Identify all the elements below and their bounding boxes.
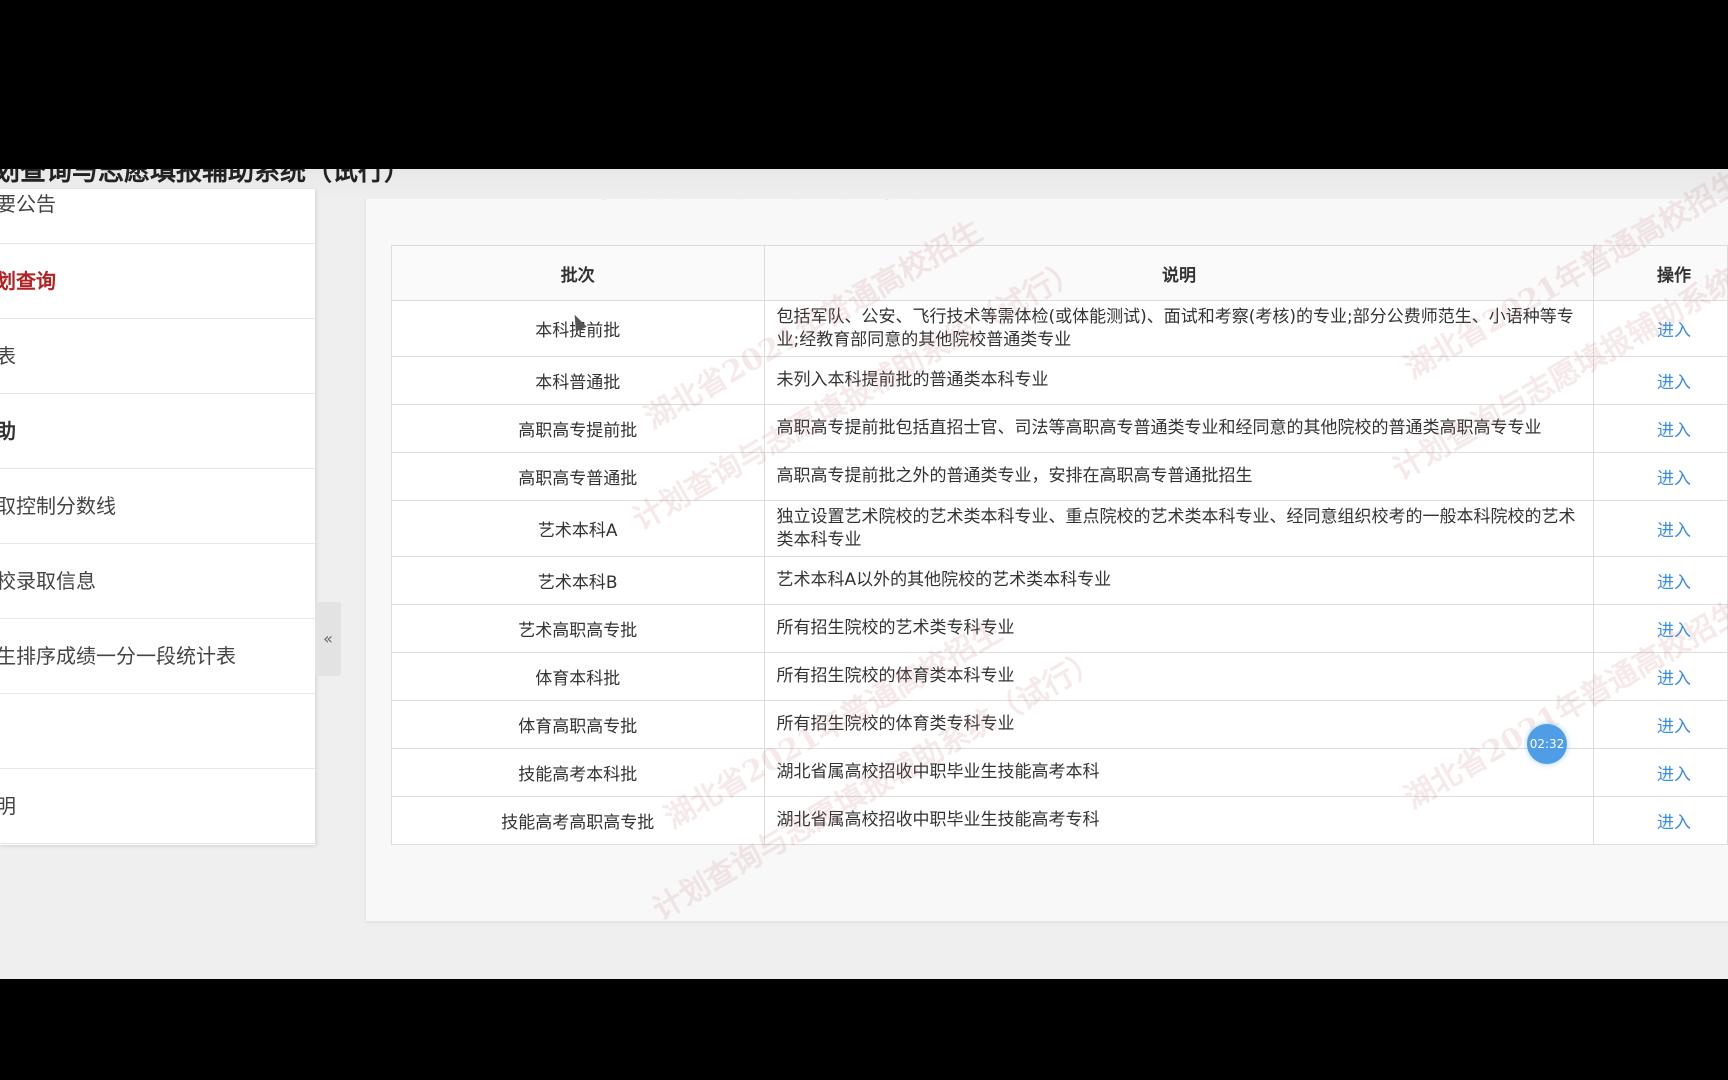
table-row: 高职高专提前批 高职高专提前批包括直招士官、司法等高职高专普通类专业和经同意的其他…: [391, 404, 1728, 453]
enter-link[interactable]: 进入: [1657, 421, 1691, 441]
sidebar-item[interactable]: 生排序成绩一分一段统计表: [0, 619, 315, 694]
sidebar-item[interactable]: [0, 694, 315, 769]
table-row: 艺术高职高专批 所有招生院校的艺术类专科专业 进入: [391, 604, 1728, 653]
op-cell: 进入: [1593, 604, 1728, 653]
op-cell: 进入: [1593, 700, 1728, 749]
sidebar-item[interactable]: 表: [0, 319, 315, 394]
op-cell: 进入: [1593, 796, 1728, 845]
batch-cell: 体育高职高专批: [391, 700, 765, 749]
desc-cell: 包括军队、公安、飞行技术等需体检(或体能测试)、面试和考察(考核)的专业;部分公…: [763, 300, 1595, 357]
batch-cell: 艺术本科A: [391, 500, 765, 557]
desc-cell: 所有招生院校的体育类专科专业: [763, 700, 1595, 749]
header-batch: 批次: [391, 245, 765, 301]
enter-link[interactable]: 进入: [1657, 669, 1691, 689]
table-row: 艺术本科B 艺术本科A以外的其他院校的艺术类本科专业 进入: [391, 556, 1728, 605]
enter-link[interactable]: 进入: [1657, 469, 1691, 489]
sidebar-item[interactable]: 校录取信息: [0, 544, 315, 619]
desc-cell: 高职高专提前批包括直招士官、司法等高职高专普通类专业和经同意的其他院校的普通类高…: [763, 404, 1595, 453]
sidebar-item[interactable]: 划查询: [0, 244, 315, 319]
op-cell: 进入: [1593, 356, 1728, 405]
desc-cell: 艺术本科A以外的其他院校的艺术类本科专业: [763, 556, 1595, 605]
sidebar-item-label: 表: [0, 319, 16, 393]
enter-link[interactable]: 进入: [1657, 373, 1691, 393]
batch-cell: 技能高考高职高专批: [391, 796, 765, 845]
desc-cell: 高职高专提前批之外的普通类专业，安排在高职高专普通批招生: [763, 452, 1595, 501]
enter-link[interactable]: 进入: [1657, 573, 1691, 593]
table-row: 高职高专普通批 高职高专提前批之外的普通类专业，安排在高职高专普通批招生 进入: [391, 452, 1728, 501]
sidebar-nav: 要公告划查询表助取控制分数线校录取信息生排序成绩一分一段统计表明: [0, 189, 315, 845]
enter-link[interactable]: 进入: [1657, 621, 1691, 641]
op-cell: 进入: [1593, 556, 1728, 605]
enter-link[interactable]: 进入: [1657, 813, 1691, 833]
sidebar-item[interactable]: 取控制分数线: [0, 469, 315, 544]
enter-link[interactable]: 进入: [1657, 717, 1691, 737]
op-cell: 进入: [1593, 500, 1728, 557]
batch-cell: 艺术高职高专批: [391, 604, 765, 653]
timer-badge[interactable]: 02:32: [1527, 724, 1567, 764]
enter-link[interactable]: 进入: [1657, 321, 1691, 341]
op-cell: 进入: [1593, 748, 1728, 797]
op-cell: 进入: [1593, 652, 1728, 701]
op-cell: 进入: [1593, 452, 1728, 501]
sidebar-item[interactable]: 要公告: [0, 189, 315, 244]
batch-cell: 体育本科批: [391, 652, 765, 701]
app-title: 划查询与志愿填报辅助系统（试行）: [0, 169, 411, 187]
op-cell: 进入: [1593, 404, 1728, 453]
desc-cell: 湖北省属高校招收中职毕业生技能高考专科: [763, 796, 1595, 845]
op-cell: 进入: [1593, 300, 1728, 357]
sidebar-item-label: 取控制分数线: [0, 494, 116, 518]
table-row: 体育本科批 所有招生院校的体育类本科专业 进入: [391, 652, 1728, 701]
batch-table: 批次 说明 操作 本科提前批 包括军队、公安、飞行技术等需体检(或体能测试)、面试…: [391, 245, 1728, 845]
enter-link[interactable]: 进入: [1657, 765, 1691, 785]
sidebar-item-label: 要公告: [0, 192, 56, 216]
table-row: 本科提前批 包括军队、公安、飞行技术等需体检(或体能测试)、面试和考察(考核)的专…: [391, 300, 1728, 357]
batch-cell: 高职高专普通批: [391, 452, 765, 501]
batch-cell: 本科普通批: [391, 356, 765, 405]
table-header-row: 批次 说明 操作: [391, 245, 1728, 301]
desc-cell: 独立设置艺术院校的艺术类本科专业、重点院校的艺术类本科专业、经同意组织校考的一般…: [763, 500, 1595, 557]
sidebar-item-label: 划查询: [0, 269, 56, 293]
table-body: 本科提前批 包括军队、公安、飞行技术等需体检(或体能测试)、面试和考察(考核)的专…: [391, 300, 1728, 845]
desc-cell: 所有招生院校的艺术类专科专业: [763, 604, 1595, 653]
enter-link[interactable]: 进入: [1657, 521, 1691, 541]
sidebar-item-label: 生排序成绩一分一段统计表: [0, 644, 236, 668]
header-op: 操作: [1593, 245, 1728, 301]
header-desc: 说明: [763, 245, 1595, 301]
table-row: 技能高考高职高专批 湖北省属高校招收中职毕业生技能高考专科 进入: [391, 796, 1728, 845]
sidebar-item-label: 校录取信息: [0, 569, 96, 593]
desc-cell: 湖北省属高校招收中职毕业生技能高考本科: [763, 748, 1595, 797]
sidebar-item-label: 明: [0, 769, 16, 843]
sidebar-item[interactable]: 助: [0, 394, 315, 469]
desc-cell: 所有招生院校的体育类本科专业: [763, 652, 1595, 701]
sidebar-collapse-icon[interactable]: «: [315, 602, 341, 676]
batch-cell: 技能高考本科批: [391, 748, 765, 797]
table-row: 本科普通批 未列入本科提前批的普通类本科专业 进入: [391, 356, 1728, 405]
sidebar-item[interactable]: 明: [0, 769, 315, 844]
sidebar-item-label: 助: [0, 394, 16, 468]
table-row: 技能高考本科批 湖北省属高校招收中职毕业生技能高考本科 进入: [391, 748, 1728, 797]
table-row: 艺术本科A 独立设置艺术院校的艺术类本科专业、重点院校的艺术类本科专业、经同意组织…: [391, 500, 1728, 557]
app-screen: 划查询与志愿填报辅助系统（试行） 要公告划查询表助取控制分数线校录取信息生排序成…: [0, 169, 1728, 979]
batch-cell: 艺术本科B: [391, 556, 765, 605]
batch-cell: 高职高专提前批: [391, 404, 765, 453]
desc-cell: 未列入本科提前批的普通类本科专业: [763, 356, 1595, 405]
